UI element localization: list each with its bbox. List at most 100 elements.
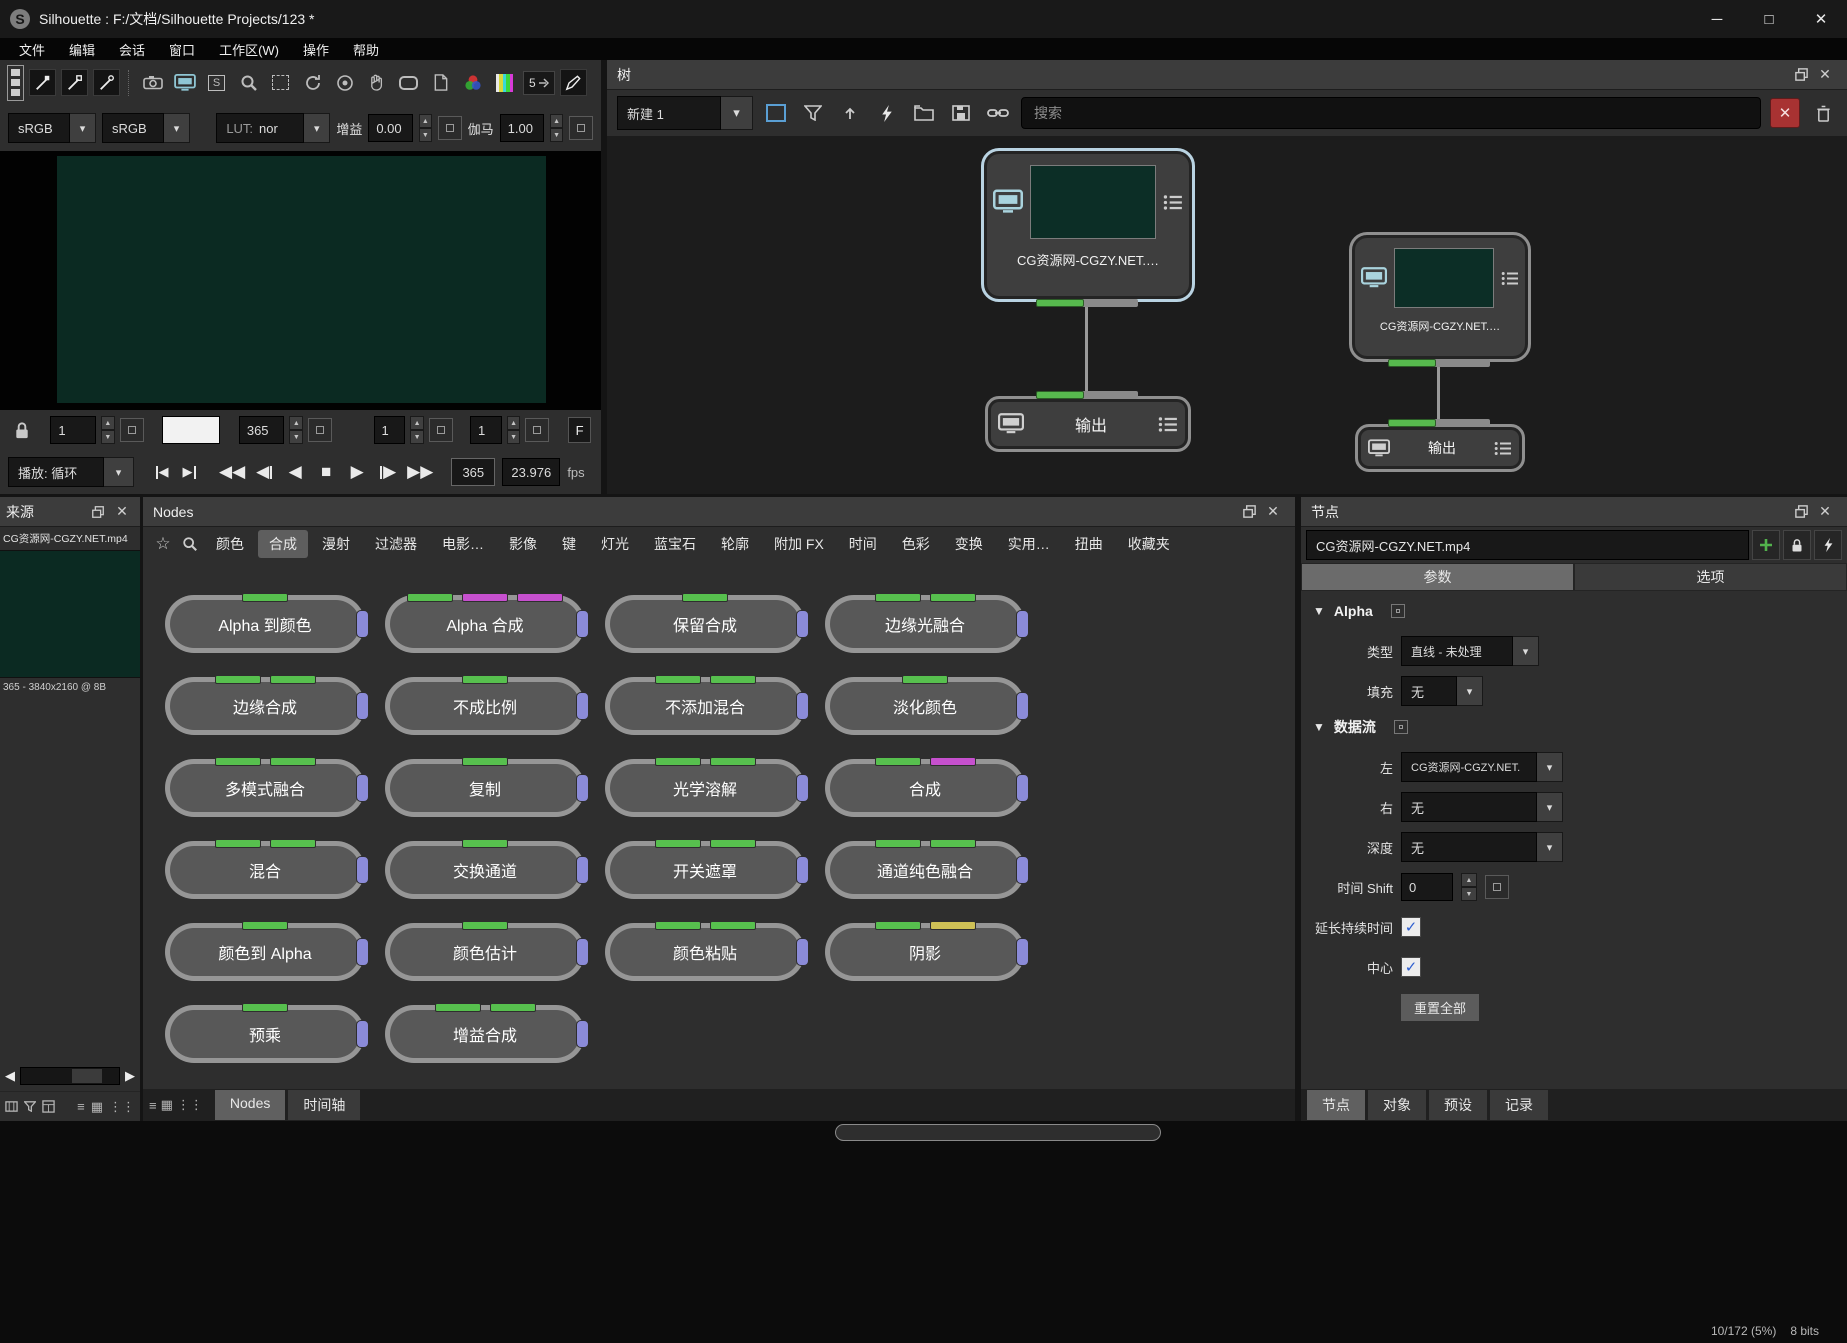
goto-end-button[interactable]: ▶ [179,457,199,487]
menu-item-2[interactable]: 会话 [108,39,156,60]
node-button-19[interactable]: 阴影 [825,921,1029,981]
view-colorspace-select[interactable]: sRGB ▾ [8,113,96,143]
play-mode-select[interactable]: 播放: 循环 ▾ [8,457,134,487]
chevron-down-icon[interactable]: ▾ [1537,752,1563,782]
node-name-field[interactable]: CG资源网-CGZY.NET.mp4 [1306,530,1749,560]
filter-icon[interactable] [24,1101,36,1112]
source-node-2[interactable]: CG资源网-CGZY.NET.… [1349,232,1531,367]
maximize-button[interactable]: □ [1743,0,1795,38]
menu-item-3[interactable]: 窗口 [158,39,206,60]
add-button[interactable] [1752,530,1780,560]
reset-all-button[interactable]: 重置全部 [1401,993,1480,1021]
end-frame-spinner[interactable]: ▲ ▼ [289,416,304,444]
source-node-1[interactable]: CG资源网-CGZY.NET.… [981,148,1195,307]
menu-item-4[interactable]: 工作区(W) [208,39,290,60]
chevron-down-icon[interactable]: ▾ [70,113,96,143]
time-shift-spinner[interactable]: ▲ ▼ [1461,873,1477,901]
right-input-select[interactable]: 无 ▾ [1401,792,1563,822]
nodes-tab-10[interactable]: 附加 FX [763,530,835,558]
step-spinner[interactable]: ▲ ▼ [410,416,425,444]
prev-keyframe-button[interactable]: ◀◀ [219,457,245,487]
node-button-13[interactable]: 交换通道 [385,839,589,899]
monitor-icon[interactable] [171,69,198,96]
session-select[interactable]: 新建 1 ▾ [617,96,753,130]
add-folder-icon[interactable] [910,99,938,127]
close-button[interactable]: ✕ [1795,0,1847,38]
grid-view-icon[interactable]: ▦ [161,1097,173,1113]
depth-select[interactable]: 无 ▾ [1401,832,1563,862]
chevron-down-icon[interactable]: ▾ [104,457,134,487]
stop-button[interactable]: ■ [314,457,338,487]
nodes-panel-tab-0[interactable]: Nodes [214,1090,286,1120]
stream-section-header[interactable]: ▼ 数据流 [1301,711,1847,743]
notes-page-icon[interactable] [427,69,454,96]
nodes-panel-tab-1[interactable]: 时间轴 [288,1090,361,1120]
node-panel-tab-1[interactable]: 对象 [1368,1090,1426,1120]
menu-item-1[interactable]: 编辑 [58,39,106,60]
favorites-star-icon[interactable]: ☆ [151,533,175,555]
node-button-14[interactable]: 开关遮罩 [605,839,809,899]
stereo-icon[interactable]: S [203,69,230,96]
source-thumbnail[interactable] [0,550,140,678]
step-back-button[interactable]: ◀ [252,457,276,487]
extend-duration-checkbox[interactable]: ✓ [1401,917,1421,937]
colorbars-icon[interactable] [491,69,518,96]
node-button-0[interactable]: Alpha 到颜色 [165,593,369,653]
nodes-tab-12[interactable]: 色彩 [891,530,941,558]
chevron-down-icon[interactable]: ▾ [164,113,190,143]
float-panel-icon[interactable] [86,501,110,523]
node-input-port-active[interactable] [1388,419,1436,427]
node-graph[interactable]: CG资源网-CGZY.NET.… 输出 CG资源网-CGZY.NET.… 输出 [607,136,1847,494]
scroll-left-button[interactable]: ◀ [2,1068,18,1084]
gamma-spinner[interactable]: ▲ ▼ [550,114,563,142]
list-view-icon[interactable]: ≡ [149,1098,157,1113]
menu-item-5[interactable]: 操作 [292,39,340,60]
node-button-3[interactable]: 边缘光融合 [825,593,1029,653]
step-keyframe-box[interactable] [429,418,454,442]
chevron-down-icon[interactable]: ▾ [1537,832,1563,862]
current-frame-field[interactable] [162,416,221,444]
duration-field[interactable]: 365 [451,458,496,486]
node-button-10[interactable]: 光学溶解 [605,757,809,817]
camera-icon[interactable] [139,69,166,96]
nodes-tab-1[interactable]: 合成 [258,530,308,558]
viewer-viewport[interactable] [0,151,601,410]
tab-parameters[interactable]: 参数 [1301,563,1574,591]
node-panel-tab-0[interactable]: 节点 [1307,1090,1365,1120]
section-keyframe-box[interactable] [1393,720,1408,734]
nodes-tab-14[interactable]: 实用… [997,530,1061,558]
chevron-down-icon[interactable]: ▾ [304,113,331,143]
alpha-section-header[interactable]: ▼ Alpha [1301,595,1847,627]
node-button-16[interactable]: 颜色到 Alpha [165,921,369,981]
render-flash-icon[interactable] [873,99,901,127]
overlay-rect-icon[interactable] [395,69,422,96]
end-frame-field[interactable]: 365 [238,416,285,444]
close-panel-icon[interactable]: ✕ [1813,64,1837,86]
timebar-scrollbar[interactable] [835,1124,1161,1141]
pan-hand-icon[interactable] [363,69,390,96]
nodes-tab-4[interactable]: 电影… [431,530,495,558]
shapes-list-icon[interactable] [7,64,24,101]
clear-search-button[interactable]: ✕ [1770,98,1800,128]
gain-spinner[interactable]: ▲ ▼ [418,114,432,142]
zoom-tool-icon[interactable] [235,69,262,96]
node-button-17[interactable]: 颜色估计 [385,921,589,981]
in-frame-field[interactable]: 1 [50,416,96,444]
sub-keyframe-box[interactable] [525,418,550,442]
close-panel-icon[interactable]: ✕ [1261,501,1285,523]
thumb-view-icon[interactable]: ▦ [91,1099,103,1115]
section-keyframe-box[interactable] [1390,604,1405,618]
node-input-port-active[interactable] [1036,391,1084,399]
node-button-5[interactable]: 不成比例 [385,675,589,735]
node-button-9[interactable]: 复制 [385,757,589,817]
in-keyframe-box[interactable] [119,418,144,442]
marquee-icon[interactable] [267,69,294,96]
target-icon[interactable] [331,69,358,96]
close-panel-icon[interactable]: ✕ [1813,501,1837,523]
annotate-pen-icon[interactable] [559,69,587,96]
field-mode-button[interactable]: F [568,417,592,443]
filter-nodes-icon[interactable] [799,99,827,127]
node-button-11[interactable]: 合成 [825,757,1029,817]
link-nodes-icon[interactable] [984,99,1012,127]
preview-frames-field[interactable]: 5 [523,70,555,95]
